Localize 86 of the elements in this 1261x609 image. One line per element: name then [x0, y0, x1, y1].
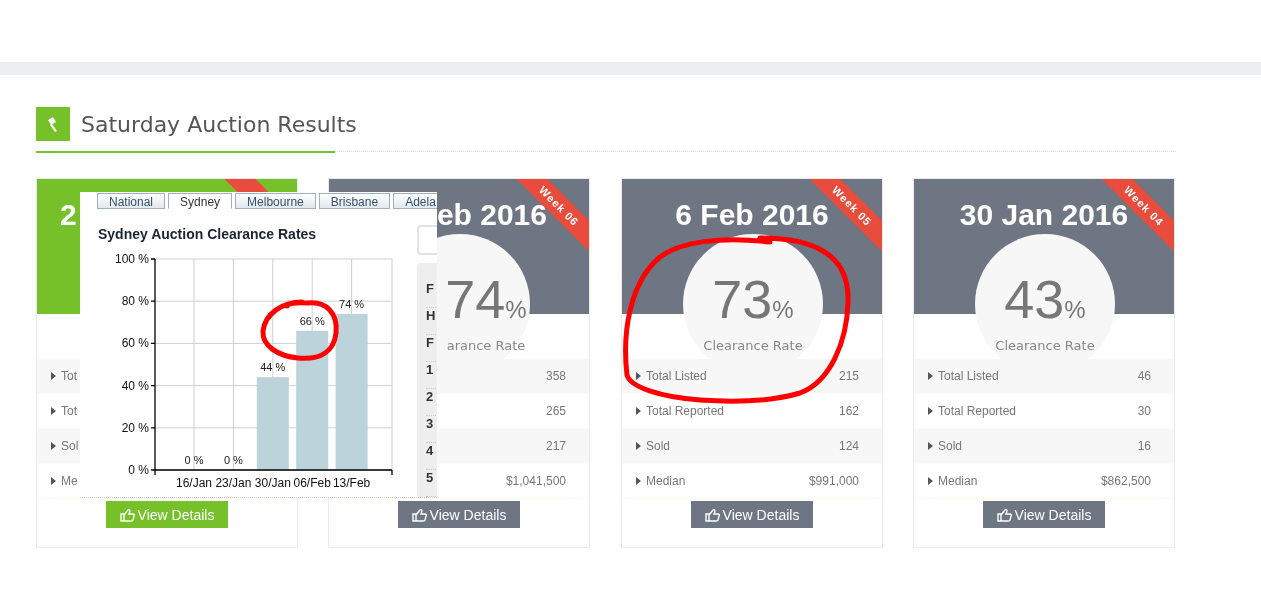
rate-label: Clearance Rate: [703, 338, 803, 353]
panel-text: 1: [426, 362, 437, 389]
date-heading: 30 Jan 2016: [959, 198, 1129, 233]
caret-icon: [636, 442, 641, 450]
axis-tick-label: 20 %: [121, 420, 149, 435]
section-title: Saturday Auction Results: [81, 111, 357, 137]
bar-value-label: 74 %: [339, 297, 365, 310]
thumbs-up-icon: [704, 507, 720, 522]
stat-label: Me: [61, 474, 78, 488]
stat-value: 162: [838, 404, 859, 418]
caret-icon: [636, 407, 641, 415]
caret-icon: [928, 407, 933, 415]
panel-text: F: [426, 281, 437, 308]
stat-value: 124: [838, 439, 859, 453]
axis-tick-label: 30/Jan: [254, 476, 291, 490]
tab[interactable]: Sydney: [168, 193, 233, 209]
panel-text: 3: [426, 416, 437, 443]
stat-label: Tot: [61, 369, 77, 383]
panel-text: F: [426, 335, 437, 362]
view-details-button[interactable]: View Details: [690, 501, 814, 528]
axis-tick-label: 16/Jan: [176, 476, 212, 490]
axis-tick-label: 100 %: [114, 252, 149, 266]
stat-value: 358: [545, 369, 566, 383]
percent-sign: %: [505, 296, 527, 324]
stat-label: Sold: [646, 439, 671, 453]
rate-value: 73: [712, 268, 773, 330]
stat-label: Total Reported: [938, 404, 1017, 418]
thumbs-up-icon: [996, 507, 1012, 522]
bar-value-label: 66 %: [299, 314, 325, 327]
stat-value: 215: [838, 369, 859, 383]
tab[interactable]: National: [97, 193, 166, 209]
stat-value: 46: [1137, 369, 1151, 383]
thumbs-up-icon: [119, 507, 135, 522]
view-details-button[interactable]: View Details: [397, 501, 521, 528]
stat-value: 30: [1137, 404, 1151, 418]
panel-text: 4: [426, 443, 437, 470]
view-details-button[interactable]: View Details: [982, 501, 1106, 528]
rate-label: arance Rate: [446, 338, 526, 353]
caret-icon: [636, 477, 641, 485]
stat-label: Sol: [61, 439, 79, 453]
stat-label: Median: [938, 474, 978, 488]
caret-icon: [636, 372, 641, 380]
caret-icon: [51, 477, 56, 485]
stat-label: Total Reported: [646, 404, 725, 418]
axis-tick-label: 60 %: [121, 336, 149, 351]
stat-value: $862,500: [1100, 474, 1151, 488]
caret-icon: [928, 442, 933, 450]
thumbs-up-icon: [411, 507, 427, 522]
axis-tick-label: 06/Feb: [293, 476, 331, 490]
caret-icon: [51, 442, 56, 450]
stat-label: Sold: [938, 439, 963, 453]
caret-icon: [928, 477, 933, 485]
panel-text: 5: [426, 470, 437, 497]
tab[interactable]: Melbourne: [235, 193, 316, 209]
axis-tick-label: 13/Feb: [332, 476, 371, 490]
date-heading: 2: [60, 197, 77, 233]
stat-label: Median: [646, 474, 686, 488]
stat-label: Total Listed: [938, 369, 999, 383]
stat-value: $1,041,500: [505, 474, 566, 488]
tab[interactable]: Adela: [393, 193, 437, 209]
axis-tick-label: 40 %: [121, 378, 149, 393]
rate-value: 43: [1004, 268, 1065, 330]
bar-value-label: 44 %: [260, 361, 286, 374]
percent-sign: %: [772, 296, 794, 324]
panel-text: 2: [426, 389, 437, 416]
axis-tick-label: 80 %: [121, 294, 149, 309]
chart-title: Sydney Auction Clearance Rates: [98, 226, 318, 243]
axis-tick-label: 0 %: [128, 463, 149, 477]
stat-value: 217: [545, 439, 566, 453]
panel-text: H: [426, 308, 437, 335]
caret-icon: [928, 372, 933, 380]
stat-value: 16: [1137, 439, 1151, 453]
stat-value: $991,000: [808, 474, 859, 488]
rate-value: 74: [445, 268, 506, 330]
caret-icon: [51, 407, 56, 415]
axis-tick-label: 23/Jan: [215, 476, 252, 490]
stat-label: Tot: [61, 404, 77, 418]
stat-label: Total Listed: [646, 369, 707, 383]
tab[interactable]: Brisbane: [318, 193, 391, 209]
percent-sign: %: [1064, 296, 1086, 324]
date-heading: 6 Feb 2016: [675, 197, 829, 233]
stat-value: 265: [545, 404, 566, 418]
bar-value-label: 0 %: [223, 454, 243, 466]
caret-icon: [51, 372, 56, 380]
bar-value-label: 0 %: [184, 454, 204, 466]
rate-label: Clearance Rate: [995, 338, 1095, 353]
